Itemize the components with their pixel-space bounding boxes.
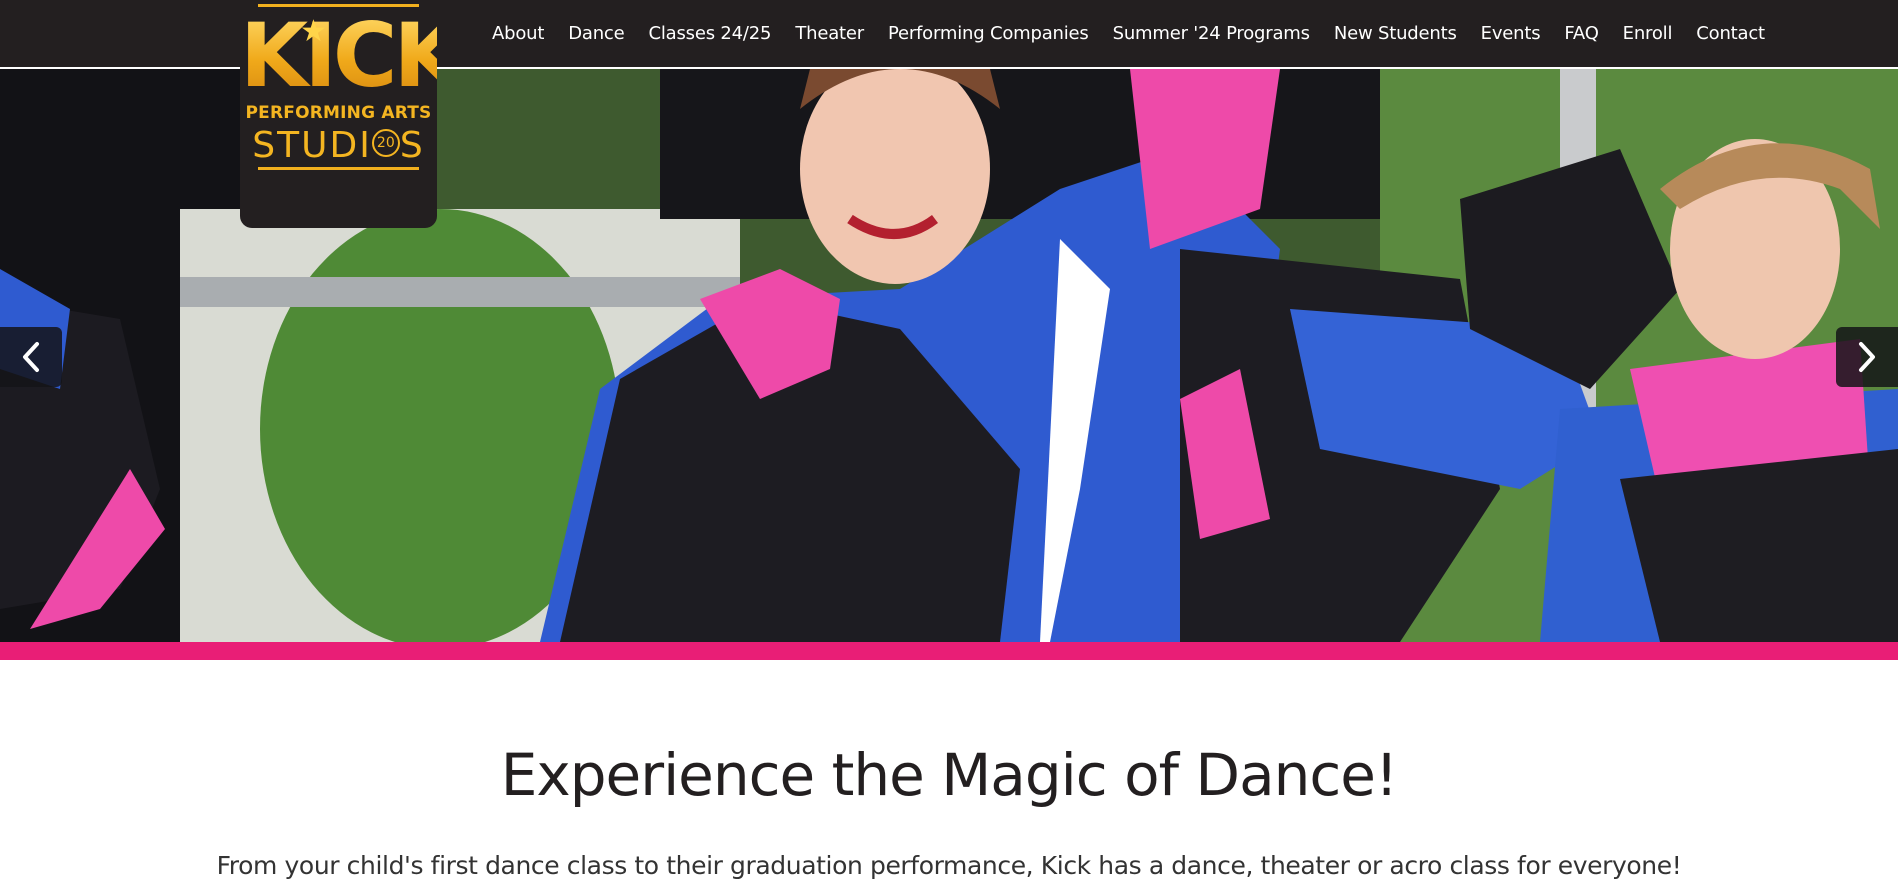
- chevron-left-icon: [23, 342, 39, 372]
- logo-anniversary-badge: 20: [371, 129, 400, 157]
- carousel-prev-button[interactable]: [0, 327, 62, 387]
- main-nav: About Dance Classes 24/25 Theater Perfor…: [480, 0, 1777, 67]
- nav-item-events[interactable]: Events: [1469, 23, 1553, 44]
- site-logo[interactable]: KICK PERFORMING ARTS STUDI 20 S: [240, 0, 437, 228]
- intro-text: From your child's first dance class to t…: [216, 851, 1682, 880]
- accent-divider: [0, 642, 1898, 660]
- star-icon: ★: [300, 14, 327, 49]
- logo-studios: STUDI 20 S: [240, 125, 437, 167]
- nav-item-faq[interactable]: FAQ: [1552, 23, 1610, 44]
- logo-studios-end: S: [399, 125, 425, 166]
- carousel-next-button[interactable]: [1836, 327, 1898, 387]
- nav-item-performing-companies[interactable]: Performing Companies: [876, 23, 1101, 44]
- nav-item-summer-programs[interactable]: Summer '24 Programs: [1101, 23, 1322, 44]
- nav-item-theater[interactable]: Theater: [783, 23, 876, 44]
- logo-studios-text: STUDI: [252, 125, 372, 166]
- page-headline: Experience the Magic of Dance!: [500, 741, 1398, 809]
- chevron-right-icon: [1859, 342, 1875, 372]
- nav-item-dance[interactable]: Dance: [556, 23, 636, 44]
- nav-item-enroll[interactable]: Enroll: [1611, 23, 1685, 44]
- nav-item-about[interactable]: About: [480, 23, 556, 44]
- nav-item-contact[interactable]: Contact: [1684, 23, 1777, 44]
- logo-rule-bottom: [258, 167, 419, 170]
- logo-wordmark: KICK: [240, 4, 437, 107]
- nav-item-new-students[interactable]: New Students: [1322, 23, 1469, 44]
- nav-item-classes[interactable]: Classes 24/25: [637, 23, 784, 44]
